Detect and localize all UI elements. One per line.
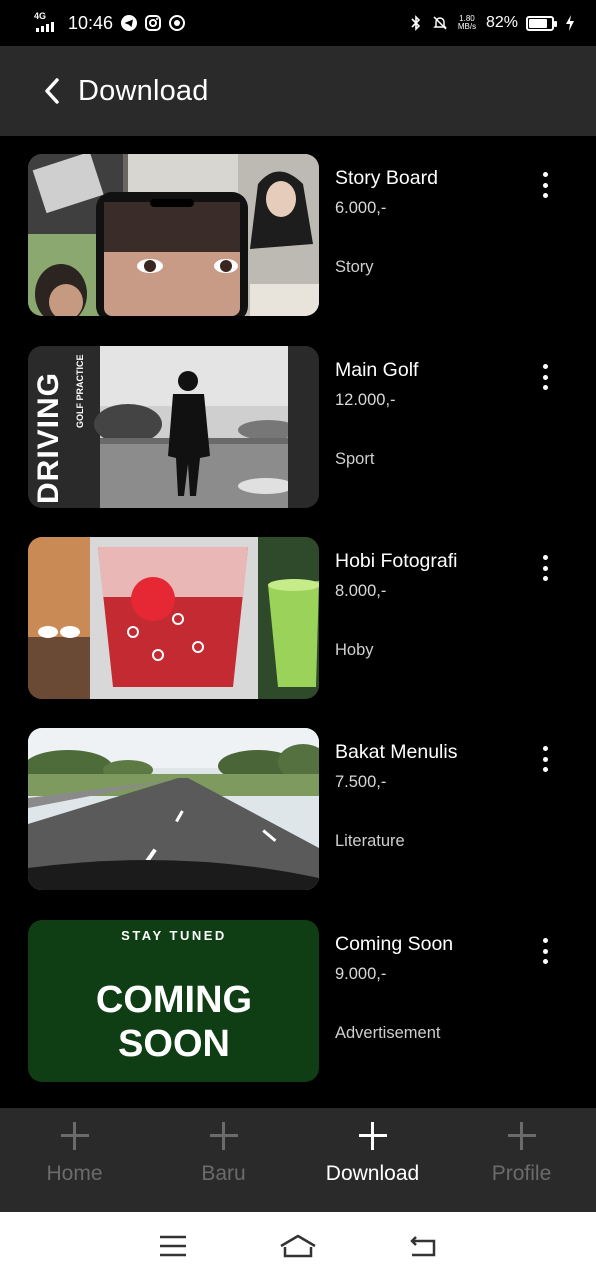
network-type: 4G [34, 11, 47, 21]
item-title: Bakat Menulis [335, 741, 458, 763]
item-category: Literature [335, 832, 405, 850]
thumbnail-story-board [28, 154, 319, 316]
list-item[interactable]: Bakat Menulis 7.500,- Literature [0, 728, 596, 890]
app-header: Download [0, 46, 596, 136]
page-title: Download [78, 74, 209, 107]
thumb-text-coming: COMING [96, 979, 252, 1021]
thumbnail-hobi-fotografi [28, 537, 319, 699]
item-price: 9.000,- [335, 965, 387, 983]
status-bar: 4G 10:46 1.80 MB/s 82% [0, 0, 596, 46]
nav-label: Download [325, 1162, 420, 1185]
more-options-button[interactable] [532, 553, 558, 583]
download-list: Story Board 6.000,- Story DRIVING GOLF P… [0, 136, 596, 1108]
thumbnail-main-golf: DRIVING GOLF PRACTICE [28, 346, 319, 508]
charging-icon [562, 15, 578, 31]
nav-item-download[interactable]: Download [298, 1108, 447, 1212]
nav-label: Home [46, 1162, 103, 1185]
plus-icon [209, 1122, 238, 1150]
list-item[interactable]: DRIVING GOLF PRACTICE Main Golf 12.000,-… [0, 346, 596, 508]
item-title: Coming Soon [335, 933, 454, 955]
nav-item-baru[interactable]: Baru [149, 1108, 298, 1212]
item-title: Story Board [335, 167, 438, 189]
item-price: 8.000,- [335, 582, 387, 600]
more-options-button[interactable] [532, 936, 558, 966]
system-nav-bar [0, 1212, 596, 1280]
nav-label: Profile [491, 1162, 552, 1185]
home-button[interactable] [278, 1226, 318, 1266]
nav-label: Baru [201, 1162, 246, 1185]
instagram-icon [145, 15, 162, 31]
item-price: 7.500,- [335, 773, 387, 791]
nav-item-profile[interactable]: Profile [447, 1108, 596, 1212]
thumb-text-stay-tuned: STAY TUNED [121, 928, 227, 943]
thumbnail-bakat-menulis [28, 728, 319, 890]
mute-bell-icon [432, 15, 448, 31]
battery-percent: 82% [485, 14, 518, 31]
item-price: 6.000,- [335, 199, 387, 217]
bottom-nav: Home Baru Download Profile [0, 1108, 596, 1212]
more-options-button[interactable] [532, 362, 558, 392]
home-icon [280, 1234, 316, 1258]
chevron-left-icon [45, 78, 59, 104]
more-options-button[interactable] [532, 744, 558, 774]
list-item[interactable]: Story Board 6.000,- Story [0, 154, 596, 316]
plus-icon [507, 1122, 536, 1150]
item-title: Hobi Fotografi [335, 550, 458, 572]
item-category: Sport [335, 450, 375, 468]
list-item[interactable]: Hobi Fotografi 8.000,- Hoby [0, 537, 596, 699]
thumb-text-driving: DRIVING [32, 372, 65, 504]
more-options-button[interactable] [532, 170, 558, 200]
thumbnail-coming-soon: STAY TUNED COMING SOON [28, 920, 319, 1082]
plus-icon [60, 1122, 89, 1150]
item-title: Main Golf [335, 359, 419, 381]
status-time: 10:46 [68, 12, 114, 33]
item-category: Advertisement [335, 1024, 441, 1042]
bluetooth-icon [408, 15, 424, 31]
menu-icon [159, 1235, 186, 1257]
plus-icon [358, 1122, 387, 1150]
network-speed: 1.80 MB/s [457, 14, 477, 31]
item-category: Hoby [335, 641, 374, 659]
status-left: 4G 10:46 [34, 12, 186, 34]
item-category: Story [335, 258, 374, 276]
battery-icon [526, 15, 557, 31]
back-arrow-icon [410, 1236, 436, 1257]
telegram-icon [121, 15, 138, 31]
menu-button[interactable] [153, 1226, 193, 1266]
nav-item-home[interactable]: Home [0, 1108, 149, 1212]
thumb-text-golf-practice: GOLF PRACTICE [75, 355, 85, 429]
thumb-text-soon: SOON [118, 1023, 230, 1065]
back-system-button[interactable] [403, 1226, 443, 1266]
status-right: 1.80 MB/s 82% [408, 14, 578, 32]
back-button[interactable] [32, 71, 72, 111]
list-item[interactable]: STAY TUNED COMING SOON Coming Soon 9.000… [0, 920, 596, 1082]
sync-icon [169, 15, 186, 31]
signal-icon: 4G [34, 12, 60, 34]
item-price: 12.000,- [335, 391, 396, 409]
